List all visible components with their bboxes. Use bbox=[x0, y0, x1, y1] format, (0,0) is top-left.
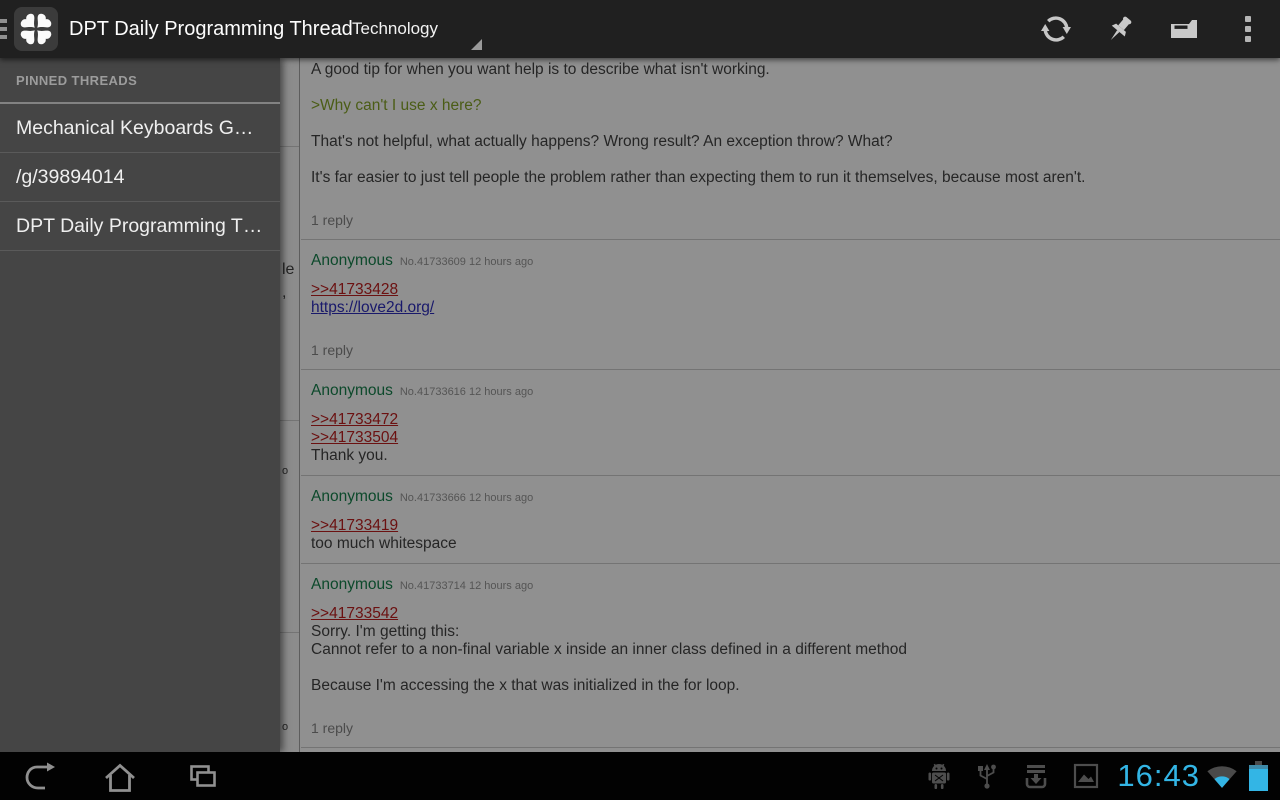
peek-fragment: le bbox=[282, 261, 294, 279]
post-text: Sorry. I'm getting this: bbox=[311, 623, 1270, 641]
pin-button[interactable] bbox=[1088, 0, 1152, 58]
post-text: Because I'm accessing the x that was ini… bbox=[311, 677, 1270, 695]
external-link[interactable]: https://love2d.org/ bbox=[311, 299, 1270, 317]
replies-label[interactable]: 1 reply bbox=[311, 719, 1270, 737]
screenshot-icon bbox=[1073, 763, 1099, 789]
recents-button[interactable] bbox=[160, 752, 240, 800]
peek-fragment: , bbox=[282, 284, 286, 302]
spinner-caret-icon bbox=[471, 39, 482, 50]
quotelink[interactable]: >>41733428 bbox=[311, 281, 1270, 299]
post-text: It's far easier to just tell people the … bbox=[311, 169, 1270, 187]
post-name: Anonymous bbox=[311, 252, 393, 269]
post-header: Anonymous No.41733609 12 hours ago bbox=[311, 252, 1270, 270]
action-bar: DPT Daily Programming Thread Technology bbox=[0, 0, 1280, 58]
quotelink[interactable]: >>41733504 bbox=[311, 429, 1270, 447]
post-text: Thank you. bbox=[311, 447, 1270, 465]
action-buttons bbox=[1024, 0, 1280, 58]
drawer-handle-icon[interactable] bbox=[0, 19, 7, 43]
drawer-header: PINNED THREADS bbox=[0, 58, 280, 104]
overflow-button[interactable] bbox=[1216, 0, 1280, 58]
post-header: Anonymous No.41733666 12 hours ago bbox=[311, 488, 1270, 506]
post-meta: No.41733666 12 hours ago bbox=[400, 492, 533, 504]
home-button[interactable] bbox=[80, 752, 160, 800]
post: Anonymous No.41733714 12 hours ago >>41733… bbox=[301, 564, 1280, 748]
peek-pane: le, o o bbox=[280, 58, 300, 752]
refresh-icon bbox=[1040, 13, 1072, 45]
drawer: PINNED THREADS Mechanical Keyboards Gen…… bbox=[0, 58, 280, 752]
system-bar: 16:43 bbox=[0, 752, 1280, 800]
post-text: too much whitespace bbox=[311, 535, 1270, 553]
drawer-list: Mechanical Keyboards Gen…/g/39894014DPT … bbox=[0, 104, 280, 251]
post-name: Anonymous bbox=[311, 488, 393, 505]
back-button[interactable] bbox=[0, 752, 80, 800]
greentext-line: >Why can't I use x here? bbox=[311, 97, 1270, 115]
post-text: That's not helpful, what actually happen… bbox=[311, 133, 1270, 151]
drawer-item[interactable]: DPT Daily Programming Thr… bbox=[0, 202, 280, 251]
post-meta: No.41733714 12 hours ago bbox=[400, 580, 533, 592]
refresh-button[interactable] bbox=[1024, 0, 1088, 58]
post: Anonymous No.41733616 12 hours ago >>41733… bbox=[301, 370, 1280, 476]
page-title: DPT Daily Programming Thread bbox=[69, 18, 353, 41]
post-text: Cannot refer to a non-final variable x i… bbox=[311, 641, 1270, 659]
peek-fragment: o bbox=[282, 721, 288, 733]
clover-icon bbox=[14, 7, 58, 51]
status-tray[interactable] bbox=[927, 762, 1099, 790]
reply-icon bbox=[1167, 12, 1201, 46]
reply-button[interactable] bbox=[1152, 0, 1216, 58]
quotelink[interactable]: >>41733419 bbox=[311, 517, 1270, 535]
post-header: Anonymous No.41733714 12 hours ago bbox=[311, 576, 1270, 594]
clock: 16:43 bbox=[1117, 752, 1200, 800]
post-meta: No.41733609 12 hours ago bbox=[400, 256, 533, 268]
content-area: le, o o A good tip for when you want help … bbox=[280, 58, 1280, 752]
drawer-item[interactable]: /g/39894014 bbox=[0, 153, 280, 202]
quotelink[interactable]: >>41733542 bbox=[311, 605, 1270, 623]
post: Anonymous No.41733666 12 hours ago >>41733… bbox=[301, 476, 1280, 564]
replies-label[interactable]: 1 reply bbox=[311, 211, 1270, 229]
post: A good tip for when you want help is to … bbox=[301, 58, 1280, 240]
screen: DPT Daily Programming Thread Technology bbox=[0, 0, 1280, 800]
recents-icon bbox=[178, 754, 222, 798]
media-transfer-icon bbox=[1023, 762, 1049, 790]
post-text: A good tip for when you want help is to … bbox=[311, 61, 1270, 79]
quotelink[interactable]: >>41733472 bbox=[311, 411, 1270, 429]
overflow-icon bbox=[1235, 14, 1261, 44]
board-spinner-label: Technology bbox=[352, 19, 438, 39]
post-name: Anonymous bbox=[311, 382, 393, 399]
app-icon[interactable] bbox=[14, 7, 58, 51]
usb-debugging-icon bbox=[927, 762, 951, 790]
drawer-item[interactable]: Mechanical Keyboards Gen… bbox=[0, 104, 280, 153]
home-icon bbox=[98, 754, 142, 798]
usb-connected-icon bbox=[975, 762, 999, 790]
pin-icon bbox=[1103, 12, 1137, 46]
post-name: Anonymous bbox=[311, 576, 393, 593]
wifi-icon bbox=[1205, 763, 1239, 790]
peek-fragment: o bbox=[282, 465, 288, 477]
replies-label[interactable]: 1 reply bbox=[311, 341, 1270, 359]
board-spinner[interactable]: Technology bbox=[340, 0, 490, 58]
post: Anonymous No.41733609 12 hours ago >>41733… bbox=[301, 240, 1280, 370]
battery-icon bbox=[1249, 761, 1268, 791]
thread-pane[interactable]: A good tip for when you want help is to … bbox=[301, 58, 1280, 752]
post-meta: No.41733616 12 hours ago bbox=[400, 386, 533, 398]
post-header: Anonymous No.41733616 12 hours ago bbox=[311, 382, 1270, 400]
back-icon bbox=[18, 754, 62, 798]
